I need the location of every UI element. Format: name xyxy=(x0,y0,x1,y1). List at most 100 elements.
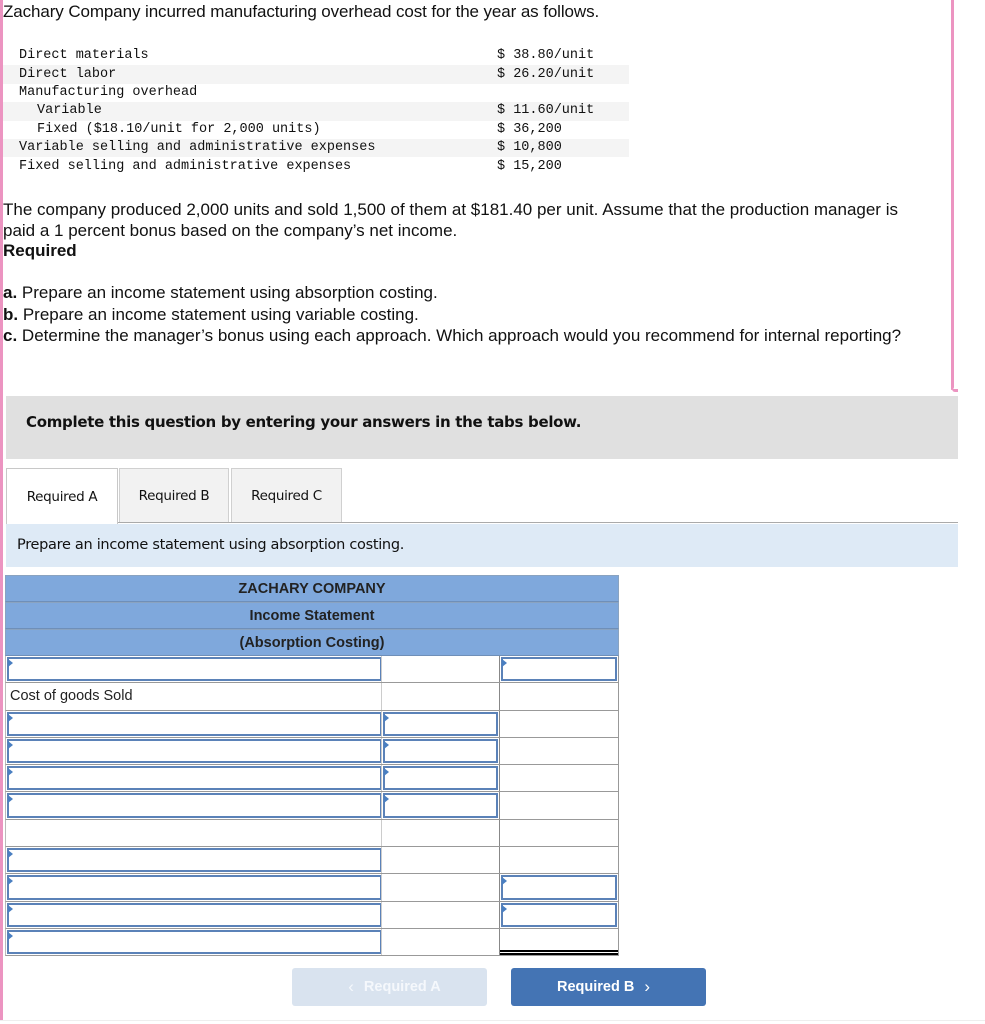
requirement-text: Prepare an income statement using variab… xyxy=(22,304,419,324)
question-intro: Zachary Company incurred manufacturing o… xyxy=(3,2,600,21)
statement-total-cell xyxy=(499,874,618,901)
statement-total-cell xyxy=(499,928,618,956)
requirement-a: a. Prepare an income statement using abs… xyxy=(3,282,933,304)
statement-label-cell xyxy=(6,929,382,955)
statement-total-cell xyxy=(499,792,618,819)
statement-total-cell xyxy=(499,683,618,710)
statement-total-cell xyxy=(499,656,618,683)
requirement-letter: c. xyxy=(3,326,18,345)
label-dropdown-input[interactable] xyxy=(7,657,382,682)
statement-row-label: Cost of goods Sold xyxy=(10,688,133,705)
statement-total-cell xyxy=(499,819,618,847)
cost-label: Fixed ($18.10/unit for 2,000 units) xyxy=(37,121,321,137)
statement-row xyxy=(5,737,619,766)
requirement-letter: a. xyxy=(3,283,18,302)
chevron-left-icon: ‹ xyxy=(348,977,354,996)
statement-label-cell xyxy=(6,874,382,900)
label-dropdown-input[interactable] xyxy=(7,711,382,736)
income-statement-grid: ZACHARY COMPANY Income Statement (Absorp… xyxy=(5,575,619,957)
statement-label-cell xyxy=(6,738,382,764)
amount-input[interactable] xyxy=(383,738,498,764)
label-dropdown-input[interactable] xyxy=(7,929,382,955)
cost-row: Fixed selling and administrative expense… xyxy=(3,157,629,175)
next-required-b-button[interactable]: Required B › xyxy=(511,968,706,1006)
cost-row: Fixed ($18.10/unit for 2,000 units) $ 36,… xyxy=(3,121,629,139)
statement-total-cell xyxy=(499,710,618,737)
prev-button-label: Required A xyxy=(363,979,441,995)
statement-amount-cell xyxy=(381,683,499,710)
tab-required-c[interactable]: Required C xyxy=(231,468,342,522)
total-input[interactable] xyxy=(501,902,617,927)
chevron-right-icon: › xyxy=(644,977,650,996)
statement-row xyxy=(5,847,619,875)
tabs-divider xyxy=(6,522,958,523)
requirement-c: c. Determine the manager’s bonus using e… xyxy=(3,325,933,347)
statement-label-cell xyxy=(6,656,382,682)
statement-row xyxy=(5,928,619,957)
statement-row xyxy=(5,765,619,793)
label-dropdown-input[interactable] xyxy=(7,793,382,818)
cost-label: Variable xyxy=(3,102,497,121)
label-dropdown-input[interactable] xyxy=(7,848,382,873)
cost-row: Variable selling and administrative expe… xyxy=(3,138,629,158)
required-heading: Required xyxy=(3,241,77,260)
requirement-text: Determine the manager’s bonus using each… xyxy=(21,326,902,345)
statement-label-cell xyxy=(6,792,382,818)
cost-value: $ 10,800 xyxy=(497,138,629,158)
tab-instruction-bar: Prepare an income statement using absorp… xyxy=(6,524,958,567)
requirement-letter: b. xyxy=(3,304,19,324)
answer-tabs: Required A Required B Required C xyxy=(6,468,958,524)
question-paragraph: The company produced 2,000 units and sol… xyxy=(3,200,898,240)
total-input[interactable] xyxy=(501,657,617,682)
statement-label-cell xyxy=(6,711,382,737)
complete-question-text: Complete this question by entering your … xyxy=(26,413,582,431)
statement-amount-cell xyxy=(381,737,499,765)
cost-label: Manufacturing overhead xyxy=(19,84,198,100)
cost-label: Direct labor xyxy=(3,65,497,84)
label-dropdown-input[interactable] xyxy=(7,902,382,927)
label-dropdown-input[interactable] xyxy=(7,766,382,791)
requirement-b: b. Prepare an income statement using var… xyxy=(3,304,933,326)
amount-input[interactable] xyxy=(383,793,498,818)
tab-required-b[interactable]: Required B xyxy=(119,468,229,522)
cost-row: Direct labor $ 26.20/unit xyxy=(3,65,629,84)
cost-label: Variable selling and administrative expe… xyxy=(3,138,497,158)
statement-subtitle: (Absorption Costing) xyxy=(5,629,619,656)
statement-amount-cell xyxy=(381,847,499,874)
page-bottom-divider xyxy=(0,1020,985,1021)
cost-row: Variable $ 11.60/unit xyxy=(3,102,629,121)
cost-value: $ 26.20/unit xyxy=(497,65,629,84)
prev-required-a-button[interactable]: ‹ Required A xyxy=(292,968,487,1006)
total-input[interactable] xyxy=(501,875,617,900)
statement-amount-cell xyxy=(381,792,499,819)
tab-required-a[interactable]: Required A xyxy=(6,468,118,524)
statement-total-cell xyxy=(499,901,618,928)
next-button-label: Required B xyxy=(556,979,635,995)
statement-row xyxy=(5,792,619,820)
statement-amount-cell xyxy=(381,710,499,737)
statement-amount-cell xyxy=(381,874,499,901)
complete-question-banner: Complete this question by entering your … xyxy=(6,396,958,459)
statement-label-cell xyxy=(6,765,382,791)
statement-row: Cost of goods Sold xyxy=(5,683,619,711)
tab-instruction-text: Prepare an income statement using absorp… xyxy=(17,537,405,553)
cost-value: $ 11.60/unit xyxy=(497,102,629,121)
statement-row xyxy=(5,710,619,738)
label-dropdown-input[interactable] xyxy=(7,875,382,900)
statement-row xyxy=(5,819,619,848)
statement-row xyxy=(5,656,619,684)
statement-label-cell xyxy=(6,847,382,873)
cost-row: Direct materials $ 38.80/unit xyxy=(3,47,629,65)
statement-total-cell xyxy=(499,737,618,765)
amount-input[interactable] xyxy=(383,766,498,791)
cost-value xyxy=(497,84,629,102)
statement-amount-cell xyxy=(381,656,499,683)
statement-row xyxy=(5,874,619,902)
statement-row xyxy=(5,901,619,929)
statement-label-cell xyxy=(6,902,382,928)
question-frame-right-border xyxy=(951,0,954,390)
label-dropdown-input[interactable] xyxy=(7,738,382,764)
amount-input[interactable] xyxy=(383,711,498,736)
statement-company-name: ZACHARY COMPANY xyxy=(5,575,619,602)
statement-amount-cell xyxy=(381,765,499,792)
